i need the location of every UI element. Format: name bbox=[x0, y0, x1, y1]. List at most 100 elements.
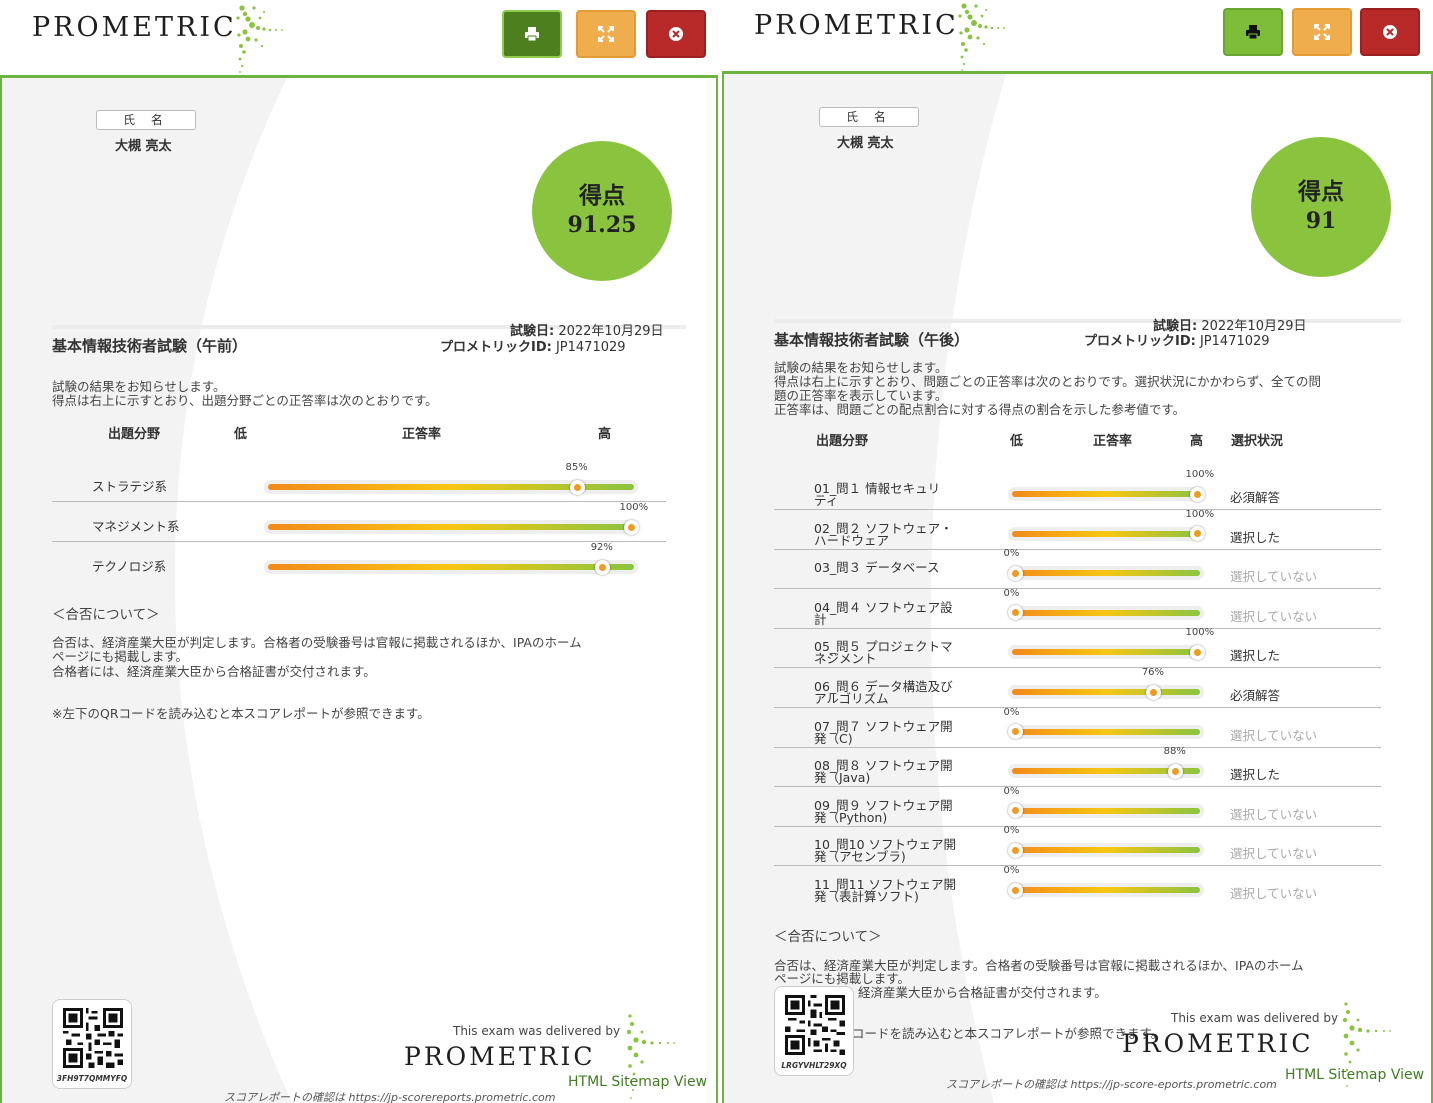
top-bar: PROMETRIC bbox=[0, 0, 718, 78]
score-report-morning: PROMETRIC 氏 名 大槻 亮太 得点 91.25 試験日: 2022年1… bbox=[0, 0, 718, 1103]
rate-percent: 100% bbox=[619, 502, 649, 513]
question-label: 03_問３ データベース bbox=[814, 560, 940, 576]
fullscreen-button[interactable] bbox=[1292, 8, 1352, 56]
html-sitemap-link[interactable]: HTML Sitemap View bbox=[1285, 1067, 1424, 1083]
row-divider bbox=[774, 707, 1381, 708]
rate-bar-gradient bbox=[1012, 807, 1200, 814]
rate-bar-marker bbox=[623, 519, 639, 535]
qr-code-image bbox=[63, 1008, 123, 1068]
rate-bar-gradient bbox=[1012, 491, 1200, 497]
rate-bar-marker bbox=[1007, 803, 1023, 819]
rate-bar bbox=[264, 560, 638, 574]
row-divider bbox=[774, 746, 1381, 748]
score-value: 91.25 bbox=[567, 212, 637, 238]
qr-code[interactable]: 3FH9T7QMMYFQ bbox=[52, 999, 132, 1089]
prometric-logo: PROMETRIC bbox=[754, 10, 959, 41]
col-status-header: 選択状況 bbox=[1231, 434, 1284, 449]
name-label: 氏 名 bbox=[96, 110, 196, 130]
rate-percent: 88% bbox=[1163, 746, 1186, 758]
score-report-url-note: スコアレポートの確認は https://jp-scorereports.prom… bbox=[224, 1091, 556, 1103]
rate-bar-gradient bbox=[1012, 689, 1200, 695]
rate-bar-marker bbox=[1007, 842, 1023, 858]
field-label: ストラテジ系 bbox=[92, 479, 168, 494]
selection-status: 選択していない bbox=[1230, 727, 1318, 743]
col-high-header: 高 bbox=[1190, 434, 1204, 449]
print-button[interactable] bbox=[502, 10, 562, 58]
selection-status: 選択していない bbox=[1230, 569, 1318, 585]
rate-bar-gradient bbox=[1012, 570, 1200, 577]
qr-code[interactable]: LRGYVHLT29XQ bbox=[774, 986, 854, 1076]
expand-icon bbox=[598, 26, 614, 42]
rate-percent: 85% bbox=[565, 462, 588, 473]
score-report-afternoon: PROMETRIC 氏 名 大槻 亮太 得点 91 試験日: 2022年10月2… bbox=[722, 0, 1433, 1103]
score-circle: 得点 91 bbox=[1251, 137, 1391, 277]
print-icon bbox=[525, 27, 539, 42]
intro-line-4: 正答率は、問題ごとの配点割合に対する得点の割合を示した参考値です。 bbox=[774, 402, 1186, 417]
intro-line-2: 得点は右上に示すとおり、出題分野ごとの正答率は次のとおりです。 bbox=[52, 393, 438, 408]
pass-line-3: 経済産業大臣から合格証書が交付されます。 bbox=[858, 985, 1107, 1000]
rate-percent: 100% bbox=[1185, 469, 1215, 480]
rate-percent: 0% bbox=[1003, 548, 1020, 560]
header-rule bbox=[774, 319, 1401, 323]
rate-percent: 0% bbox=[1003, 706, 1020, 718]
rate-bar bbox=[1008, 487, 1204, 501]
question-label-cont: 発（表計算ソフト) bbox=[814, 889, 919, 904]
row-divider bbox=[774, 627, 1381, 629]
intro-line-2: 得点は右上に示すとおり、問題ごとの正答率は次のとおりです。選択状況にかかわらず、… bbox=[774, 374, 1322, 389]
pass-line-2: ページにも掲載します。 bbox=[52, 649, 189, 664]
selection-status: 選択した bbox=[1230, 529, 1281, 545]
qr-code-image bbox=[785, 995, 845, 1055]
rate-bar-marker bbox=[1007, 565, 1023, 581]
question-label-cont: 発（C) bbox=[814, 730, 853, 746]
qr-code-text: 3FH9T7QMMYFQ bbox=[56, 1074, 128, 1083]
candidate-name: 大槻 亮太 bbox=[837, 136, 894, 151]
col-field-header: 出題分野 bbox=[108, 427, 161, 442]
close-circle-icon bbox=[1383, 25, 1397, 39]
rate-bar-gradient bbox=[1012, 649, 1200, 656]
rate-percent: 0% bbox=[1003, 587, 1020, 599]
question-label-cont: 発（アセンブラ) bbox=[814, 849, 906, 865]
row-divider bbox=[774, 548, 1381, 550]
rate-bar-gradient bbox=[1012, 609, 1200, 616]
pass-heading: ＜合否について＞ bbox=[774, 929, 882, 945]
question-label-cont: ネジメント bbox=[814, 651, 877, 667]
rate-bar-gradient bbox=[268, 524, 634, 530]
footer-spark-icon bbox=[1342, 1002, 1391, 1087]
rate-bar-gradient bbox=[1012, 530, 1200, 537]
rate-bar bbox=[1008, 566, 1204, 581]
html-sitemap-link[interactable]: HTML Sitemap View bbox=[568, 1074, 707, 1090]
row-divider bbox=[52, 501, 666, 502]
pass-line-1: 合否は、経済産業大臣が判定します。合格者の受験番号は官報に掲載されるほか、IPA… bbox=[52, 635, 582, 650]
qr-note: コードを読み込むと本スコアレポートが参照できます。 bbox=[852, 1026, 1164, 1041]
prometric-id: プロメトリックID: JP1471029 bbox=[1084, 334, 1270, 349]
rate-bar bbox=[1008, 685, 1204, 699]
exam-title: 基本情報技術者試験（午前） bbox=[52, 337, 248, 355]
row-divider bbox=[774, 588, 1381, 590]
expand-icon bbox=[1314, 24, 1330, 40]
rate-bar bbox=[1008, 883, 1204, 897]
delivered-by: This exam was delivered by bbox=[453, 1024, 621, 1038]
candidate-name: 大槻 亮太 bbox=[115, 139, 172, 154]
question-label-cont: 発（Python) bbox=[814, 809, 888, 825]
rate-bar bbox=[264, 520, 638, 534]
selection-status: 選択した bbox=[1230, 767, 1281, 783]
row-divider bbox=[52, 541, 666, 542]
col-low-header: 低 bbox=[234, 427, 248, 442]
close-button[interactable] bbox=[646, 10, 706, 58]
fullscreen-button[interactable] bbox=[576, 10, 636, 58]
rate-percent: 92% bbox=[590, 542, 613, 553]
close-button[interactable] bbox=[1360, 8, 1420, 56]
pass-heading: ＜合否について＞ bbox=[52, 607, 160, 623]
score-circle: 得点 91.25 bbox=[532, 141, 672, 281]
question-label-cont: 発（Java) bbox=[814, 770, 871, 786]
rate-percent: 0% bbox=[1003, 785, 1020, 797]
row-divider bbox=[774, 825, 1381, 827]
rate-bar-marker bbox=[1167, 763, 1183, 779]
rate-bar-marker bbox=[1189, 486, 1205, 502]
rate-percent: 76% bbox=[1141, 667, 1165, 678]
score-label: 得点 bbox=[579, 182, 625, 209]
rate-bar-gradient bbox=[268, 564, 634, 570]
question-label-cont: 計 bbox=[814, 611, 827, 627]
intro-line-3: 題の正答率を表示しています。 bbox=[774, 388, 948, 403]
print-button[interactable] bbox=[1223, 8, 1283, 56]
